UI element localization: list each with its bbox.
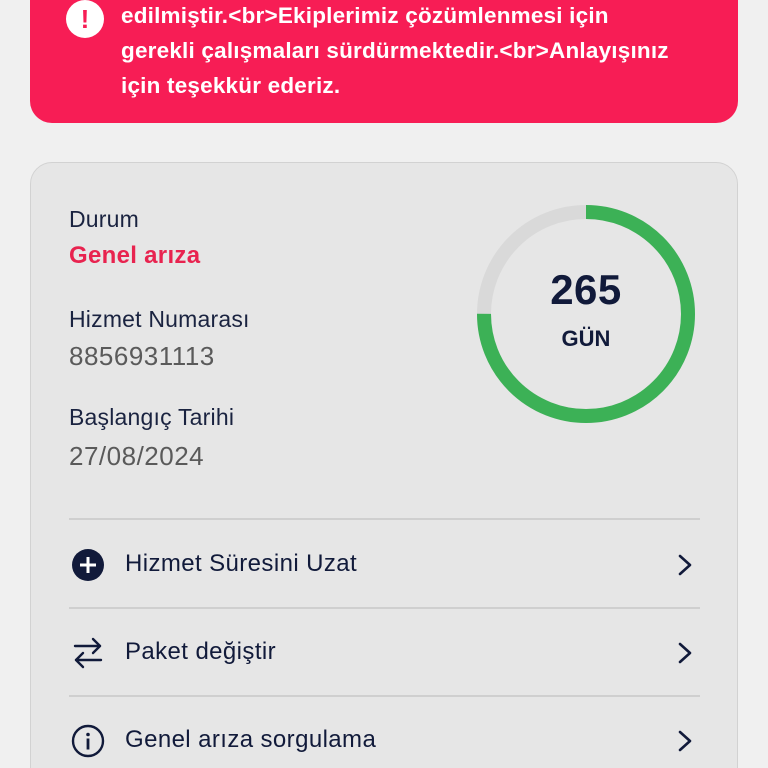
divider — [69, 607, 700, 609]
remaining-days-number: 265 — [550, 266, 622, 313]
extend-service-button[interactable]: Hizmet Süresini Uzat — [69, 522, 700, 608]
alert-line: edilmiştir.<br>Ekiplerimiz çözümlenmesi … — [121, 3, 609, 28]
outage-query-button[interactable]: Genel arıza sorgulama — [69, 698, 700, 768]
start-date-label: Başlangıç Tarihi — [69, 404, 235, 430]
remaining-days-ring — [472, 200, 700, 428]
alert-message: edilmiştir.<br>Ekiplerimiz çözümlenmesi … — [121, 0, 721, 103]
menu-item-label: Hizmet Süresini Uzat — [125, 550, 358, 577]
alert-line: gerekli çalışmaları sürdürmektedir.<br>A… — [121, 38, 669, 63]
chevron-right-icon — [678, 554, 692, 576]
info-circle-icon — [71, 724, 105, 758]
status-label: Durum — [69, 206, 140, 232]
menu-item-label: Genel arıza sorgulama — [125, 726, 377, 753]
status-value: Genel arıza — [69, 242, 201, 269]
chevron-right-icon — [678, 642, 692, 664]
service-number-value: 8856931113 — [69, 341, 215, 371]
divider — [69, 518, 700, 520]
remaining-days-unit: GÜN — [561, 326, 611, 351]
divider — [69, 695, 700, 697]
alert-line: için teşekkür ederiz. — [121, 73, 341, 98]
menu-item-label: Paket değiştir — [125, 638, 277, 665]
swap-arrows-icon — [73, 637, 103, 669]
chevron-right-icon — [678, 730, 692, 752]
change-package-button[interactable]: Paket değiştir — [69, 610, 700, 696]
plus-circle-icon — [72, 549, 104, 581]
exclamation-icon: ! — [66, 0, 104, 38]
service-number-label: Hizmet Numarası — [69, 306, 250, 332]
screen: ! edilmiştir.<br>Ekiplerimiz çözümlenmes… — [0, 0, 768, 768]
start-date-value: 27/08/2024 — [69, 441, 205, 471]
